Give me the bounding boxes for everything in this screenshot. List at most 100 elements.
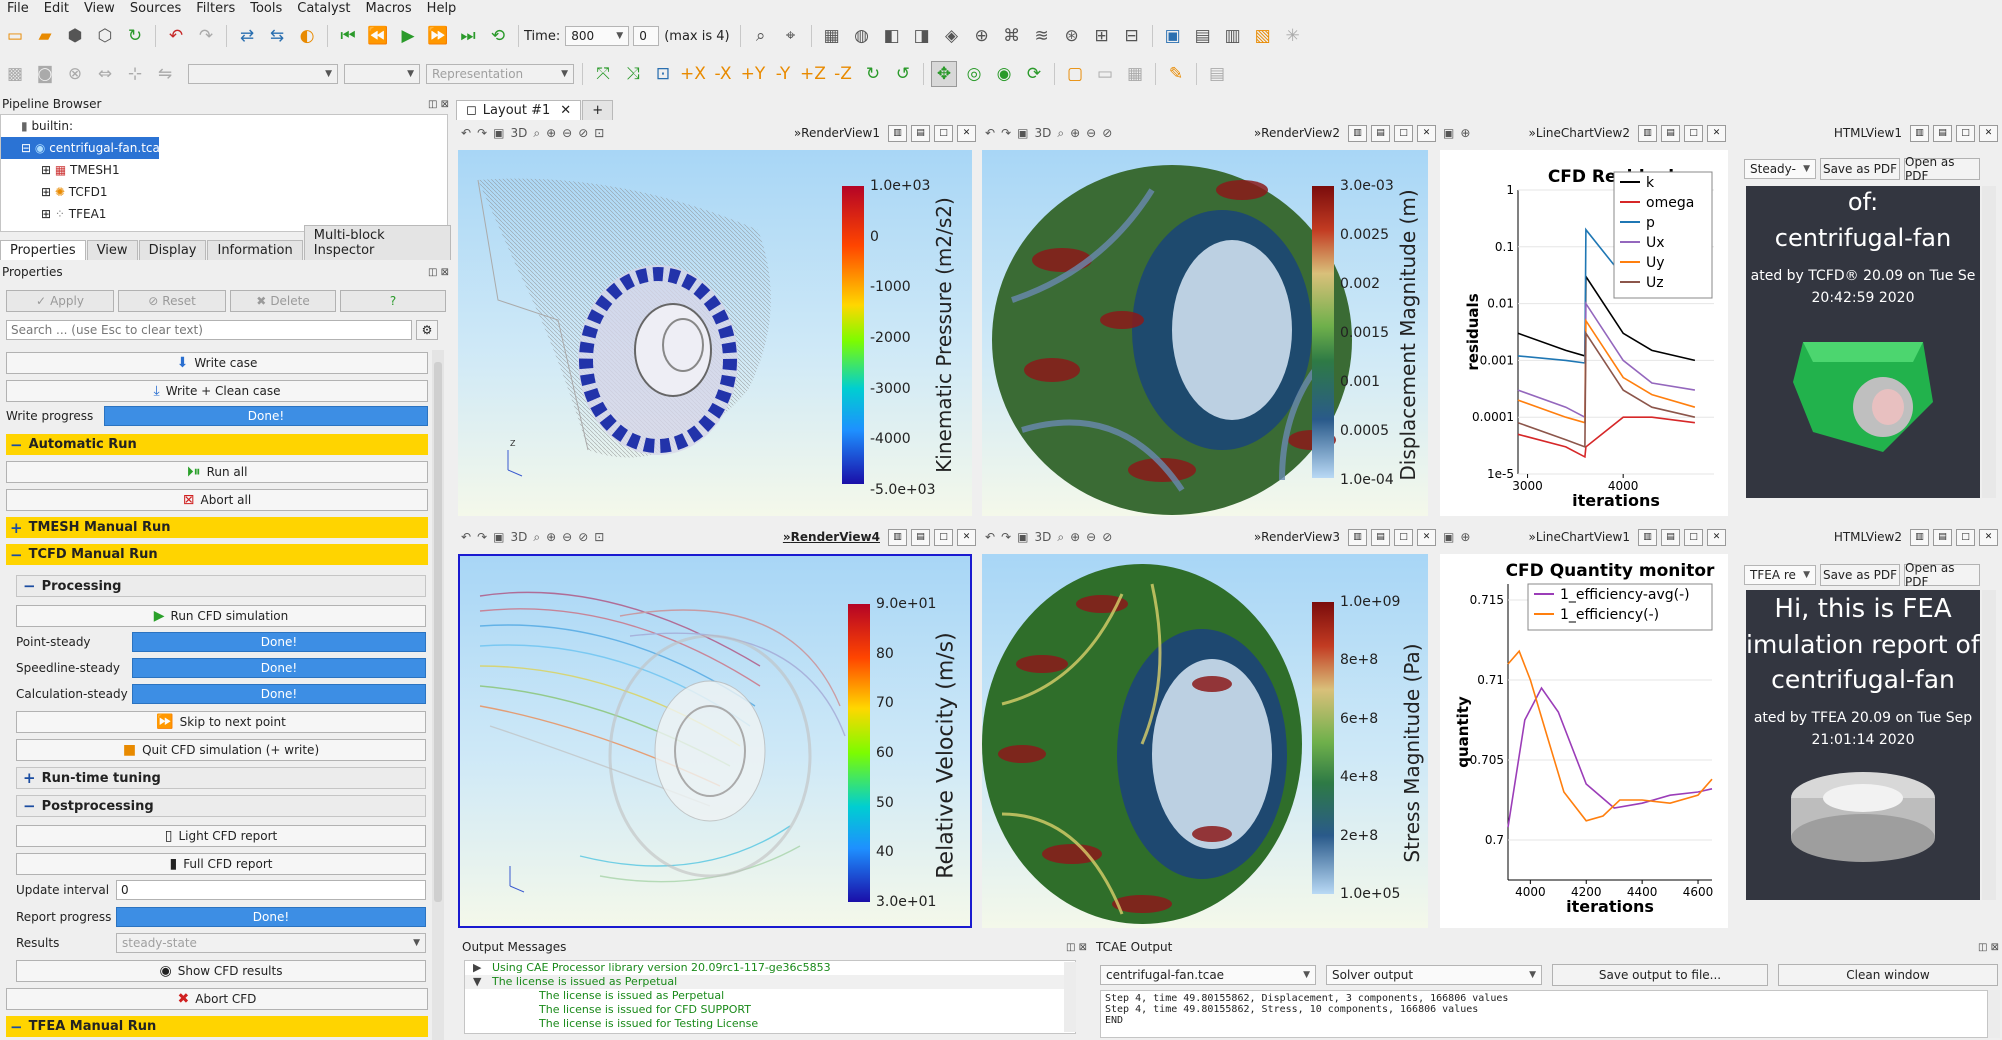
renderview3[interactable]: 1.0e+09 8e+8 6e+8 4e+8 2e+8 1.0e+05 Stress Ma… <box>982 554 1428 928</box>
menu-catalyst[interactable]: Catalyst <box>290 1 358 16</box>
close-view-button[interactable]: ✕ <box>1707 124 1726 142</box>
capture-icon[interactable]: ▣ <box>1017 126 1028 140</box>
split-h-button[interactable]: ▥ <box>888 528 907 546</box>
component-combo[interactable]: ▼ <box>344 64 420 84</box>
properties-scrollbar[interactable] <box>432 350 444 1040</box>
split-v-button[interactable]: ▤ <box>911 528 930 546</box>
skip-next-button[interactable]: ⏩ Skip to next point <box>16 711 426 733</box>
run-cfd-button[interactable]: ▶ Run CFD simulation <box>16 605 426 627</box>
open-icon[interactable]: ▭ <box>2 23 28 49</box>
zoom-icon[interactable]: ⌕ <box>1057 530 1064 545</box>
select-icon[interactable]: ⊕ <box>1460 126 1470 140</box>
pipeline-item-tcfd[interactable]: ⊞ ✺ TCFD1 <box>1 181 447 203</box>
htmlview2[interactable]: Hi, this is FEA imulation report of: cen… <box>1746 590 1980 900</box>
extract-level-icon[interactable]: ⊟ <box>1119 23 1145 49</box>
select-icon[interactable]: ⊕ <box>546 530 556 544</box>
ruler-icon[interactable]: ✎ <box>1163 61 1189 87</box>
split-h-button[interactable]: ▥ <box>1348 528 1367 546</box>
split-h-button[interactable]: ▥ <box>1638 124 1657 142</box>
stream-tracer-icon[interactable]: ≋ <box>1029 23 1055 49</box>
pipeline-item-tfea[interactable]: ⊞ ⁘ TFEA1 <box>1 203 447 225</box>
grid-icon[interactable]: ▦ <box>1122 61 1148 87</box>
maximize-button[interactable]: □ <box>934 528 953 546</box>
disconnect-icon[interactable]: ⇆ <box>264 23 290 49</box>
automatic-run-section[interactable]: − Automatic Run <box>6 434 428 455</box>
extract-subset-icon[interactable]: ⊕ <box>969 23 995 49</box>
select-cells-icon[interactable]: ⊖ <box>562 530 572 544</box>
report-combo[interactable]: TFEA re ▼ <box>1744 565 1816 585</box>
split-v-button[interactable]: ▤ <box>911 124 930 142</box>
three-d-toggle[interactable]: 3D <box>510 530 527 544</box>
light-report-button[interactable]: ▯ Light CFD report <box>16 825 426 847</box>
tab-layout-1[interactable]: ◻ Layout #1 ✕ <box>456 100 582 120</box>
cylinder-icon[interactable]: ◙ <box>32 61 58 87</box>
notes-icon[interactable]: ▤ <box>1204 61 1230 87</box>
new-layout-icon[interactable]: ▢ <box>1062 61 1088 87</box>
undo-camera-icon[interactable]: ↶ <box>985 530 995 544</box>
renderview1[interactable]: Z 1.0e+03 0 -1000 -2000 -3000 -4000 -5.0e+03 K… <box>458 150 972 516</box>
split-v-button[interactable]: ▤ <box>1933 528 1952 546</box>
linechartview1[interactable]: CFD Quantity monitor 0.715 0.71 0.705 0.7 400… <box>1440 554 1728 928</box>
split-v-button[interactable]: ▤ <box>1661 528 1680 546</box>
slice-icon[interactable]: ◨ <box>909 23 935 49</box>
close-view-button[interactable]: ✕ <box>1417 528 1436 546</box>
tfea-icon[interactable]: ▧ <box>1250 23 1276 49</box>
add-layout-button[interactable]: + <box>582 100 614 120</box>
capture-icon[interactable]: ▣ <box>493 530 504 544</box>
redo-icon[interactable]: ↷ <box>193 23 219 49</box>
menu-macros[interactable]: Macros <box>359 1 420 16</box>
tcae-kind-combo[interactable]: Solver output ▼ <box>1326 965 1542 985</box>
clear-select-icon[interactable]: ⊡ <box>594 530 604 544</box>
frustum-icon[interactable]: ⊘ <box>1102 126 1112 140</box>
time-combo[interactable]: 800 ▼ <box>565 26 630 46</box>
reset-button[interactable]: ⊘ Reset <box>118 290 226 312</box>
capture-icon[interactable]: ▣ <box>1443 530 1454 544</box>
write-clean-button[interactable]: ⤓ Write + Clean case <box>6 380 428 402</box>
capture-icon[interactable]: ▣ <box>1017 530 1028 544</box>
undo-camera-icon[interactable]: ↶ <box>461 530 471 544</box>
select-icon[interactable]: ⊕ <box>1070 530 1080 544</box>
maximize-button[interactable]: □ <box>1684 124 1703 142</box>
processing-section[interactable]: − Processing <box>16 575 426 597</box>
tcae-output-text[interactable]: Step 4, time 49.80155862, Displacement, … <box>1100 990 1988 1038</box>
tcfd-icon[interactable]: ▥ <box>1220 23 1246 49</box>
postprocessing-section[interactable]: − Postprocessing <box>16 795 426 817</box>
tab-information[interactable]: Information <box>207 240 303 260</box>
help-button[interactable]: ? <box>340 290 446 312</box>
select-icon[interactable]: ⊕ <box>1070 126 1080 140</box>
select-cells-icon[interactable]: ⊖ <box>1086 126 1096 140</box>
folder-icon[interactable]: ▰ <box>32 23 58 49</box>
split-h-button[interactable]: ▥ <box>1348 124 1367 142</box>
split-h-button[interactable]: ▥ <box>1910 528 1929 546</box>
redo-camera-icon[interactable]: ↷ <box>477 530 487 544</box>
menu-edit[interactable]: Edit <box>37 1 77 16</box>
group-icon[interactable]: ⊞ <box>1089 23 1115 49</box>
camera-icon[interactable]: ▩ <box>2 61 28 87</box>
panel-float-close-icon[interactable]: ◫ ⊠ <box>1978 942 1999 953</box>
last-frame-icon[interactable]: ⏭ <box>455 23 481 49</box>
menu-help[interactable]: Help <box>420 1 465 16</box>
undo-camera-icon[interactable]: ↶ <box>461 126 471 140</box>
abort-all-button[interactable]: ⊠ Abort all <box>6 489 428 511</box>
zoom-icon[interactable]: ⌕ <box>1057 126 1064 141</box>
save-state-icon[interactable]: ⬡ <box>92 23 118 49</box>
three-d-toggle[interactable]: 3D <box>510 126 527 140</box>
reset-view-icon[interactable]: ⤧ <box>590 61 616 87</box>
linechartview2[interactable]: CFD Residuals10.10.010.0010.00011e-53000… <box>1440 150 1728 516</box>
tcae-scrollbar[interactable] <box>1988 990 2000 1038</box>
view-minus-z-icon[interactable]: -Z <box>830 61 856 87</box>
select-cells-icon[interactable]: ⊖ <box>562 126 572 140</box>
pipeline-item-tcae[interactable]: ⊟ ◉ centrifugal-fan.tcae <box>1 137 167 159</box>
variable-combo[interactable]: ▼ <box>188 64 338 84</box>
contour-icon[interactable]: ◍ <box>849 23 875 49</box>
close-view-button[interactable]: ✕ <box>957 528 976 546</box>
zoom-closest-icon[interactable]: ⌖ <box>778 23 804 49</box>
tcae-icon[interactable]: ▣ <box>1160 23 1186 49</box>
split-v-button[interactable]: ▤ <box>1661 124 1680 142</box>
representation-combo[interactable]: Representation ▼ <box>426 64 574 84</box>
tab-view[interactable]: View <box>86 240 138 260</box>
clip-icon[interactable]: ◧ <box>879 23 905 49</box>
save-pdf-button[interactable]: Save as PDF <box>1820 564 1900 586</box>
prev-frame-icon[interactable]: ⏪ <box>365 23 391 49</box>
scrollbar-thumb[interactable] <box>434 362 442 902</box>
